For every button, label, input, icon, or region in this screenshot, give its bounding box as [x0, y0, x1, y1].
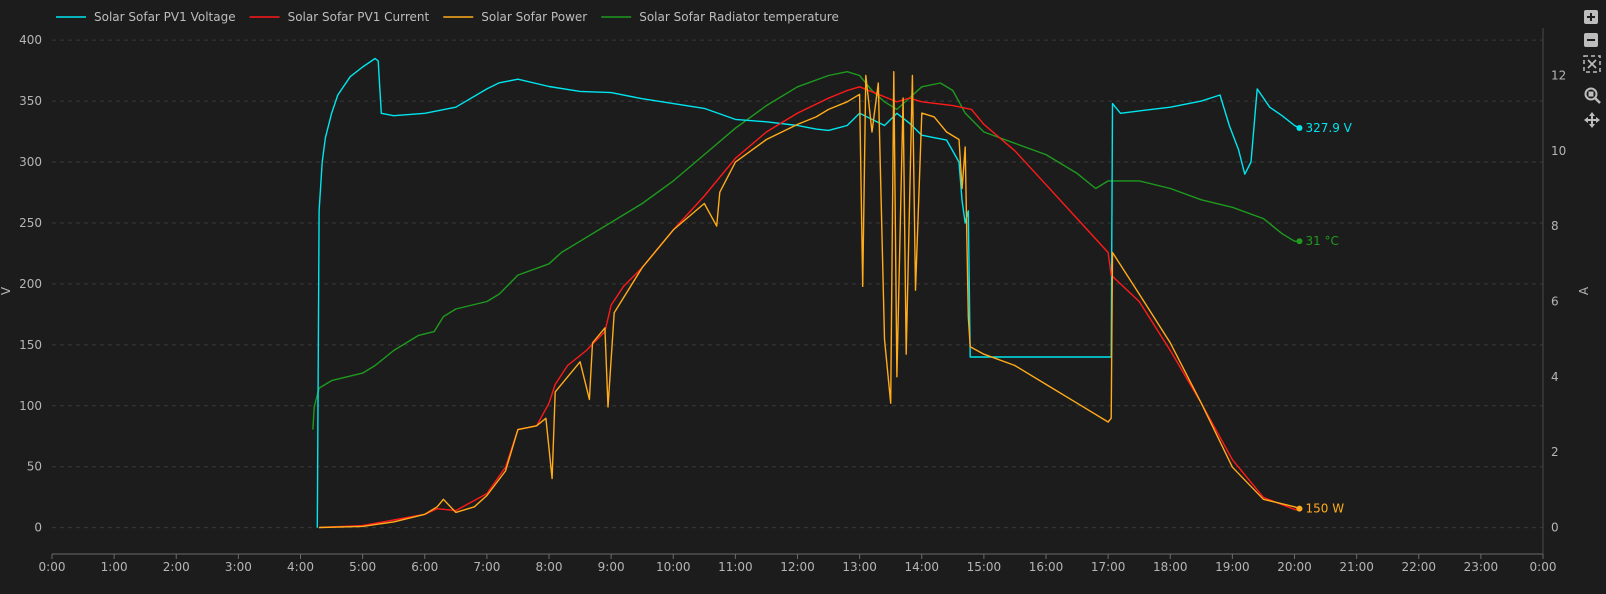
- y-left-tick-label: 150: [19, 338, 42, 352]
- x-tick-label: 8:00: [536, 560, 563, 574]
- x-tick-label: 0:00: [1530, 560, 1557, 574]
- x-tick-label: 1:00: [101, 560, 128, 574]
- y-right-tick-label: 0: [1551, 521, 1559, 535]
- end-labels: 327.9 V 150 W 31 °C: [1296, 121, 1353, 516]
- y-left-tick-label: 200: [19, 277, 42, 291]
- x-tick-label: 17:00: [1091, 560, 1126, 574]
- legend-item[interactable]: Solar Sofar PV1 Voltage: [94, 10, 236, 24]
- y-left-tick-label: 400: [19, 33, 42, 47]
- x-tick-label: 3:00: [225, 560, 252, 574]
- y-right-tick-label: 4: [1551, 370, 1559, 384]
- pan-icon[interactable]: [1584, 112, 1600, 128]
- series-end-marker: [1296, 238, 1303, 245]
- y-right-tick-label: 6: [1551, 294, 1559, 308]
- series-end-label: 150 W: [1305, 502, 1344, 516]
- series-line-solar-sofar-pv1-voltage: [316, 57, 1300, 528]
- zoom-out-icon[interactable]: [1584, 33, 1598, 47]
- x-tick-label: 19:00: [1215, 560, 1250, 574]
- y-axis-left: 0 50 100 150 200 250 300 350 400: [19, 33, 42, 534]
- x-tick-label: 9:00: [598, 560, 625, 574]
- x-tick-label: 2:00: [163, 560, 190, 574]
- y-left-tick-label: 250: [19, 216, 42, 230]
- x-tick-label: 12:00: [780, 560, 815, 574]
- x-tick-label: 20:00: [1277, 560, 1312, 574]
- x-tick-label: 21:00: [1339, 560, 1374, 574]
- series-line-solar-sofar-power: [319, 71, 1300, 529]
- x-axis: 0:00 1:00 2:00 3:00 4:00 5:00 6:00 7:00 8:00 9:00…: [39, 553, 1557, 574]
- x-tick-label: 11:00: [718, 560, 753, 574]
- series-end-label: 327.9 V: [1305, 121, 1352, 135]
- y-right-tick-label: 12: [1551, 68, 1566, 82]
- y-left-tick-label: 50: [27, 460, 42, 474]
- x-tick-label: 0:00: [39, 560, 66, 574]
- legend-item[interactable]: Solar Sofar Power: [481, 10, 587, 24]
- x-tick-label: 13:00: [842, 560, 877, 574]
- y-axis-right-title: A: [1577, 286, 1591, 295]
- series-group: [312, 57, 1300, 529]
- x-tick-label: 16:00: [1029, 560, 1064, 574]
- y-right-tick-label: 2: [1551, 445, 1559, 459]
- y-left-tick-label: 100: [19, 399, 42, 413]
- chart-toolbar: [1583, 10, 1601, 128]
- x-tick-label: 15:00: [967, 560, 1002, 574]
- x-tick-label: 7:00: [473, 560, 500, 574]
- y-right-tick-label: 10: [1551, 144, 1566, 158]
- x-tick-label: 18:00: [1153, 560, 1188, 574]
- x-tick-label: 10:00: [656, 560, 691, 574]
- x-tick-label: 6:00: [411, 560, 438, 574]
- line-chart: Solar Sofar PV1 Voltage Solar Sofar PV1 C…: [0, 10, 1601, 574]
- zoom-select-icon[interactable]: [1584, 87, 1601, 104]
- legend-item[interactable]: Solar Sofar PV1 Current: [288, 10, 430, 24]
- y-axis-right: 0 2 4 6 8 10 12: [1542, 28, 1566, 554]
- y-left-tick-label: 350: [19, 94, 42, 108]
- y-axis-left-title: V: [0, 286, 13, 295]
- y-right-tick-label: 8: [1551, 219, 1559, 233]
- legend: Solar Sofar PV1 Voltage Solar Sofar PV1 C…: [56, 10, 839, 24]
- series-end-marker: [1296, 125, 1303, 132]
- y-left-tick-label: 0: [34, 521, 42, 535]
- series-line-solar-sofar-radiator-temperature: [312, 71, 1300, 430]
- x-tick-label: 4:00: [287, 560, 314, 574]
- legend-item[interactable]: Solar Sofar Radiator temperature: [639, 10, 839, 24]
- series-end-label: 31 °C: [1305, 234, 1338, 248]
- x-tick-label: 5:00: [349, 560, 376, 574]
- fit-icon[interactable]: [1583, 55, 1601, 73]
- y-left-tick-label: 300: [19, 155, 42, 169]
- x-tick-label: 23:00: [1464, 560, 1499, 574]
- x-tick-label: 14:00: [904, 560, 939, 574]
- chart-container: Solar Sofar PV1 Voltage Solar Sofar PV1 C…: [0, 0, 1606, 594]
- series-end-marker: [1296, 505, 1303, 512]
- x-tick-label: 22:00: [1401, 560, 1436, 574]
- zoom-in-icon[interactable]: [1584, 10, 1598, 24]
